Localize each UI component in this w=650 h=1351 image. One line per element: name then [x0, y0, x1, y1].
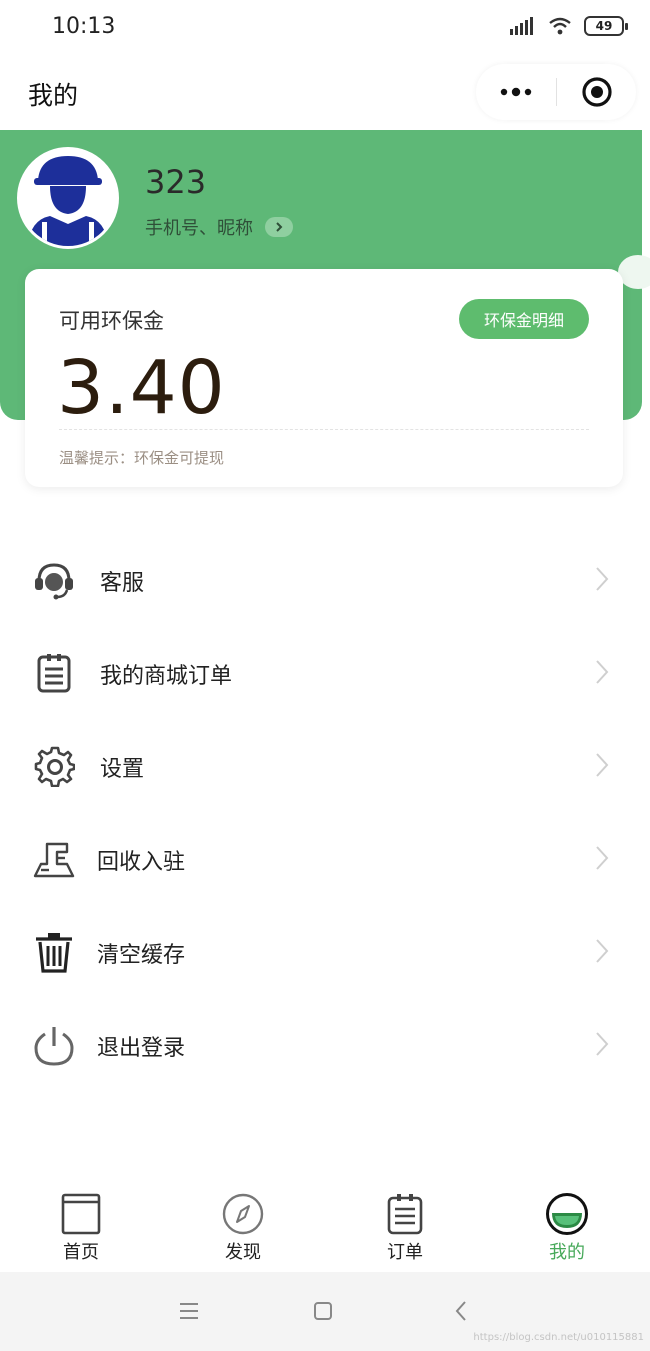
menu-item-customer-service[interactable]: 客服	[0, 533, 650, 626]
target-close-icon	[581, 77, 612, 107]
gear-icon	[34, 746, 75, 787]
bottom-tab-bar: 首页 发现 订单 我的	[0, 1186, 650, 1272]
trash-icon	[36, 933, 72, 973]
chevron-right-icon	[596, 753, 609, 777]
system-navigation-bar: https://blog.csdn.net/u010115881	[0, 1272, 650, 1351]
menu-item-clear-cache[interactable]: 清空缓存	[0, 905, 650, 998]
menu-label: 回收入驻	[97, 850, 186, 875]
menu-item-recycle-join[interactable]: 回收入驻	[0, 812, 650, 905]
home-nav-button[interactable]	[308, 1296, 338, 1326]
chevron-right-icon	[265, 217, 293, 237]
station-icon	[33, 842, 75, 878]
user-sub-label: 手机号、昵称	[145, 218, 253, 239]
tab-label: 首页	[63, 1242, 99, 1263]
power-icon	[34, 1027, 74, 1066]
battery-indicator: 49	[584, 16, 628, 36]
status-bar: 10:13 49	[0, 0, 650, 56]
avatar[interactable]	[17, 147, 119, 249]
tab-orders[interactable]: 订单	[324, 1186, 486, 1272]
chevron-right-icon	[596, 846, 609, 870]
wifi-icon	[549, 17, 571, 35]
back-nav-button[interactable]	[446, 1296, 476, 1326]
watermark: https://blog.csdn.net/u010115881	[473, 1332, 644, 1343]
title-bar: 我的	[0, 56, 650, 130]
profile-tab-icon	[546, 1193, 588, 1235]
menu-label: 设置	[100, 757, 145, 782]
more-button[interactable]	[476, 64, 556, 120]
menu-lines-icon	[180, 1303, 198, 1319]
chevron-right-icon	[596, 1032, 609, 1056]
status-time: 10:13	[52, 14, 116, 39]
chevron-right-icon	[596, 567, 609, 591]
clipboard-icon	[37, 654, 71, 693]
menu-item-logout[interactable]: 退出登录	[0, 998, 650, 1091]
compass-icon	[222, 1193, 264, 1235]
tab-mine[interactable]: 我的	[486, 1186, 648, 1272]
square-home-icon	[314, 1302, 332, 1320]
menu-list: 客服 我的商城订单 设置 回收入驻 清空缓存 退出登录	[0, 533, 650, 1091]
menu-label: 退出登录	[97, 1036, 186, 1061]
menu-label: 我的商城订单	[100, 664, 233, 689]
chevron-right-icon	[596, 660, 609, 684]
chevron-right-icon	[596, 939, 609, 963]
balance-card: 可用环保金 环保金明细 3.40 温馨提示：环保金可提现	[25, 269, 623, 487]
tab-label: 订单	[387, 1242, 423, 1263]
more-dots-icon	[500, 87, 532, 97]
balance-amount: 3.40	[57, 345, 226, 431]
worker-avatar-icon	[20, 150, 116, 246]
tab-label: 我的	[549, 1242, 585, 1263]
mini-program-capsule	[476, 64, 636, 120]
headset-icon	[35, 563, 73, 600]
tab-discover[interactable]: 发现	[162, 1186, 324, 1272]
menu-item-settings[interactable]: 设置	[0, 719, 650, 812]
status-icons: 49	[510, 16, 628, 36]
tab-home[interactable]: 首页	[0, 1186, 162, 1272]
balance-tip: 温馨提示：环保金可提现	[59, 449, 225, 467]
page-title: 我的	[28, 81, 79, 110]
menu-label: 客服	[100, 571, 145, 596]
back-arrow-icon	[455, 1301, 466, 1321]
home-tab-icon	[61, 1193, 101, 1235]
menu-item-mall-orders[interactable]: 我的商城订单	[0, 626, 650, 719]
edit-profile-link[interactable]: 手机号、昵称	[145, 214, 293, 240]
balance-label: 可用环保金	[59, 309, 164, 333]
signal-icon	[510, 17, 533, 35]
menu-nav-button[interactable]	[174, 1296, 204, 1326]
close-mini-program-button[interactable]	[557, 64, 636, 120]
card-divider	[59, 429, 589, 430]
order-tab-icon	[387, 1194, 423, 1235]
menu-label: 清空缓存	[97, 943, 186, 968]
user-name: 323	[145, 163, 207, 201]
balance-detail-button[interactable]: 环保金明细	[459, 299, 589, 339]
tab-label: 发现	[225, 1242, 261, 1263]
